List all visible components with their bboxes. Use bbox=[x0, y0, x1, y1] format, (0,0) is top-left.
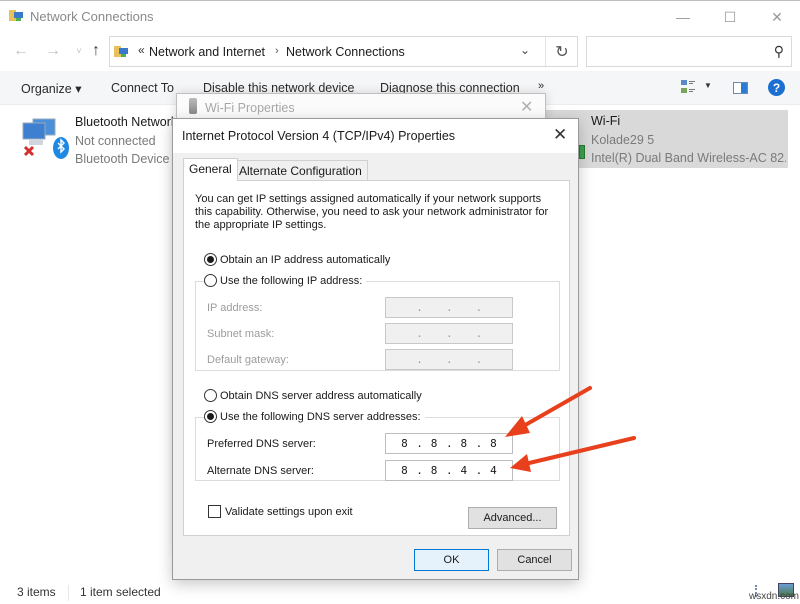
item-count: 3 items bbox=[17, 585, 56, 599]
forward-arrow-icon[interactable]: → bbox=[42, 39, 64, 63]
view-options-dropdown-icon[interactable]: ▼ bbox=[704, 81, 712, 90]
search-icon[interactable]: ⚲ bbox=[774, 43, 784, 60]
dialog-title: Wi-Fi Properties bbox=[205, 101, 295, 115]
status-divider bbox=[68, 585, 69, 601]
address-bar[interactable]: « Network and Internet › Network Connect… bbox=[109, 36, 578, 67]
search-input[interactable] bbox=[593, 37, 763, 65]
selection-count: 1 item selected bbox=[80, 585, 161, 599]
refresh-icon[interactable]: ↻ bbox=[545, 37, 578, 66]
window-title: Network Connections bbox=[30, 9, 154, 24]
connection-device: Intel(R) Dual Band Wireless-AC 82... bbox=[591, 151, 786, 165]
connection-name: Bluetooth Network bbox=[75, 115, 178, 129]
address-dropdown-icon[interactable]: ⌄ bbox=[520, 43, 530, 57]
subnet-mask-label: Subnet mask: bbox=[207, 328, 275, 340]
dialog-title-bar: Internet Protocol Version 4 (TCP/IPv4) P… bbox=[173, 119, 578, 153]
breadcrumb-separator-icon[interactable]: › bbox=[275, 45, 279, 57]
obtain-ip-auto-radio[interactable]: Obtain an IP address automatically bbox=[204, 253, 395, 266]
intro-text: You can get IP settings assigned automat… bbox=[195, 193, 549, 231]
radio-label: Obtain an IP address automatically bbox=[220, 253, 391, 266]
advanced-button[interactable]: Advanced... bbox=[468, 507, 557, 529]
checkbox[interactable] bbox=[208, 505, 221, 518]
ok-button[interactable]: OK bbox=[414, 549, 489, 571]
connection-item-wifi[interactable]: Wi-Fi Kolade29 5 Intel(R) Dual Band Wire… bbox=[545, 110, 788, 168]
cancel-button[interactable]: Cancel bbox=[497, 549, 572, 571]
dialog-title: Internet Protocol Version 4 (TCP/IPv4) P… bbox=[182, 129, 456, 143]
preferred-dns-label: Preferred DNS server: bbox=[207, 438, 316, 450]
minimize-button[interactable]: — bbox=[660, 5, 706, 29]
maximize-button[interactable]: ☐ bbox=[707, 5, 753, 29]
tab-general[interactable]: General bbox=[183, 158, 238, 181]
ipv4-properties-dialog: Internet Protocol Version 4 (TCP/IPv4) P… bbox=[172, 118, 579, 580]
help-icon[interactable]: ? bbox=[768, 79, 785, 96]
wifi-adapter-icon bbox=[579, 145, 585, 159]
default-gateway-label: Default gateway: bbox=[207, 354, 289, 366]
network-connections-icon bbox=[9, 10, 23, 21]
radio-button[interactable] bbox=[204, 274, 217, 287]
tab-alternate-configuration[interactable]: Alternate Configuration bbox=[233, 160, 368, 180]
radio-button-checked[interactable] bbox=[204, 253, 217, 266]
connection-item-bluetooth[interactable]: Bluetooth Network Not connected Bluetoot… bbox=[15, 111, 180, 169]
ip-address-label: IP address: bbox=[207, 302, 263, 314]
more-commands-icon[interactable]: » bbox=[538, 80, 544, 92]
close-button[interactable]: ✕ bbox=[754, 5, 800, 29]
connection-name: Wi-Fi bbox=[591, 114, 621, 128]
checkbox-label: Validate settings upon exit bbox=[225, 505, 353, 518]
obtain-dns-auto-radio[interactable]: Obtain DNS server address automatically bbox=[204, 389, 426, 402]
radio-label: Use the following DNS server addresses: bbox=[220, 410, 421, 423]
radio-button-checked[interactable] bbox=[204, 410, 217, 423]
radio-label: Obtain DNS server address automatically bbox=[220, 389, 422, 402]
general-tab-panel: You can get IP settings assigned automat… bbox=[183, 180, 570, 536]
preview-pane-icon[interactable] bbox=[733, 82, 748, 94]
subnet-mask-field: . . . bbox=[385, 323, 513, 344]
default-gateway-field: . . . bbox=[385, 349, 513, 370]
radio-label: Use the following IP address: bbox=[220, 274, 363, 287]
radio-button[interactable] bbox=[204, 389, 217, 402]
alternate-dns-field[interactable]: 8. 8. 4. 4 bbox=[385, 460, 513, 481]
close-icon[interactable]: ✕ bbox=[520, 97, 533, 117]
navigation-bar: ← → ˅ ↑ « Network and Internet › Network… bbox=[0, 35, 800, 67]
connection-status: Kolade29 5 bbox=[591, 133, 655, 147]
breadcrumb-network-connections[interactable]: Network Connections bbox=[286, 45, 405, 59]
back-arrow-icon[interactable]: ← bbox=[10, 39, 32, 63]
ip-address-field: . . . bbox=[385, 297, 513, 318]
change-view-icon[interactable] bbox=[681, 80, 695, 94]
search-box[interactable]: ⚲ bbox=[586, 36, 792, 67]
connection-status: Not connected bbox=[75, 134, 156, 148]
network-adapter-icon bbox=[189, 98, 197, 114]
bluetooth-network-icon bbox=[22, 118, 69, 159]
alternate-dns-label: Alternate DNS server: bbox=[207, 465, 314, 477]
connect-to-button[interactable]: Connect To bbox=[111, 81, 174, 95]
close-icon[interactable]: ✕ bbox=[553, 125, 567, 145]
breadcrumb-network-and-internet[interactable]: Network and Internet bbox=[149, 45, 265, 59]
use-static-dns-radio[interactable]: Use the following DNS server addresses: bbox=[204, 410, 425, 423]
use-static-ip-radio[interactable]: Use the following IP address: bbox=[204, 274, 367, 287]
network-folder-icon bbox=[114, 46, 128, 57]
organize-menu[interactable]: Organize ▾ bbox=[21, 81, 81, 96]
title-bar: Network Connections — ☐ ✕ bbox=[0, 1, 800, 33]
up-arrow-icon[interactable]: ↑ bbox=[85, 39, 107, 63]
status-bar: 3 items 1 item selected bbox=[0, 581, 800, 604]
preferred-dns-field[interactable]: 8. 8. 8. 8 bbox=[385, 433, 513, 454]
overflow-chevron-icon[interactable]: « bbox=[138, 43, 145, 57]
connection-device: Bluetooth Device ( bbox=[75, 152, 178, 166]
watermark: wsxdn.com bbox=[749, 591, 800, 602]
validate-settings-checkbox[interactable]: Validate settings upon exit bbox=[208, 505, 353, 518]
